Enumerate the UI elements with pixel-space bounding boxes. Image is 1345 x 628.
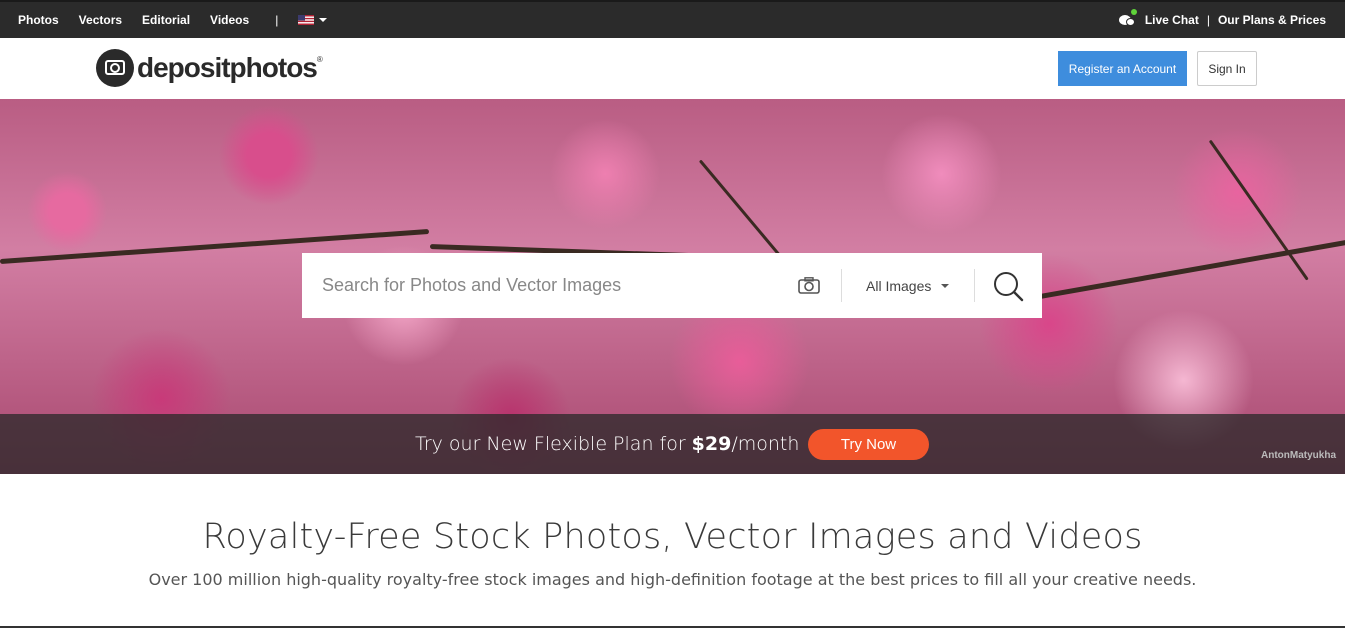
logo-registered-mark: ®: [316, 55, 323, 64]
nav-photos[interactable]: Photos: [18, 13, 59, 27]
camera-search-icon[interactable]: [798, 277, 820, 294]
promo-price: $29: [691, 433, 732, 455]
nav-vectors[interactable]: Vectors: [79, 13, 122, 27]
search-icon[interactable]: [992, 270, 1024, 302]
promo-bar: Try our New Flexible Plan for $29/month …: [0, 414, 1345, 474]
hero-banner: All Images Try our New Flexible Plan for…: [0, 99, 1345, 474]
logo-text: depositphotos: [137, 52, 318, 83]
top-nav-right: Live Chat | Our Plans & Prices: [1118, 2, 1326, 38]
nav-separator: |: [275, 13, 279, 27]
search-divider: [974, 269, 975, 302]
image-type-label: All Images: [866, 277, 932, 294]
live-chat-link[interactable]: Live Chat: [1145, 13, 1199, 27]
image-type-dropdown[interactable]: All Images: [866, 253, 950, 318]
photo-credit[interactable]: AntonMatyukha: [1261, 450, 1336, 461]
top-navbar: Photos Vectors Editorial Videos | Live C…: [0, 0, 1345, 38]
search-divider: [841, 269, 842, 302]
page-subtitle: Over 100 million high-quality royalty-fr…: [148, 570, 1197, 589]
logo[interactable]: depositphotos ®: [96, 49, 323, 87]
nav-divider: |: [1206, 13, 1210, 27]
camera-logo-icon: [96, 49, 134, 87]
us-flag-icon: [298, 15, 315, 25]
page-title: Royalty-Free Stock Photos, Vector Images…: [202, 517, 1143, 557]
register-button[interactable]: Register an Account: [1058, 51, 1187, 86]
plans-prices-link[interactable]: Our Plans & Prices: [1218, 13, 1326, 27]
sign-in-button[interactable]: Sign In: [1197, 51, 1257, 86]
chevron-down-icon: [941, 283, 950, 288]
promo-period: /month: [731, 433, 800, 455]
nav-videos[interactable]: Videos: [210, 13, 249, 27]
search-bar: All Images: [302, 253, 1042, 318]
chat-icon: [1118, 9, 1137, 28]
promo-message: Try our New Flexible Plan for: [415, 433, 686, 455]
language-selector[interactable]: [298, 15, 328, 25]
search-input[interactable]: [302, 253, 782, 318]
promo-text: Try our New Flexible Plan for $29/month: [415, 414, 799, 474]
try-now-button[interactable]: Try Now: [808, 429, 929, 460]
nav-editorial[interactable]: Editorial: [142, 13, 190, 27]
chevron-down-icon: [319, 18, 328, 22]
site-header: depositphotos ® Register an Account Sign…: [0, 38, 1345, 99]
top-nav-links: Photos Vectors Editorial Videos |: [18, 2, 328, 38]
